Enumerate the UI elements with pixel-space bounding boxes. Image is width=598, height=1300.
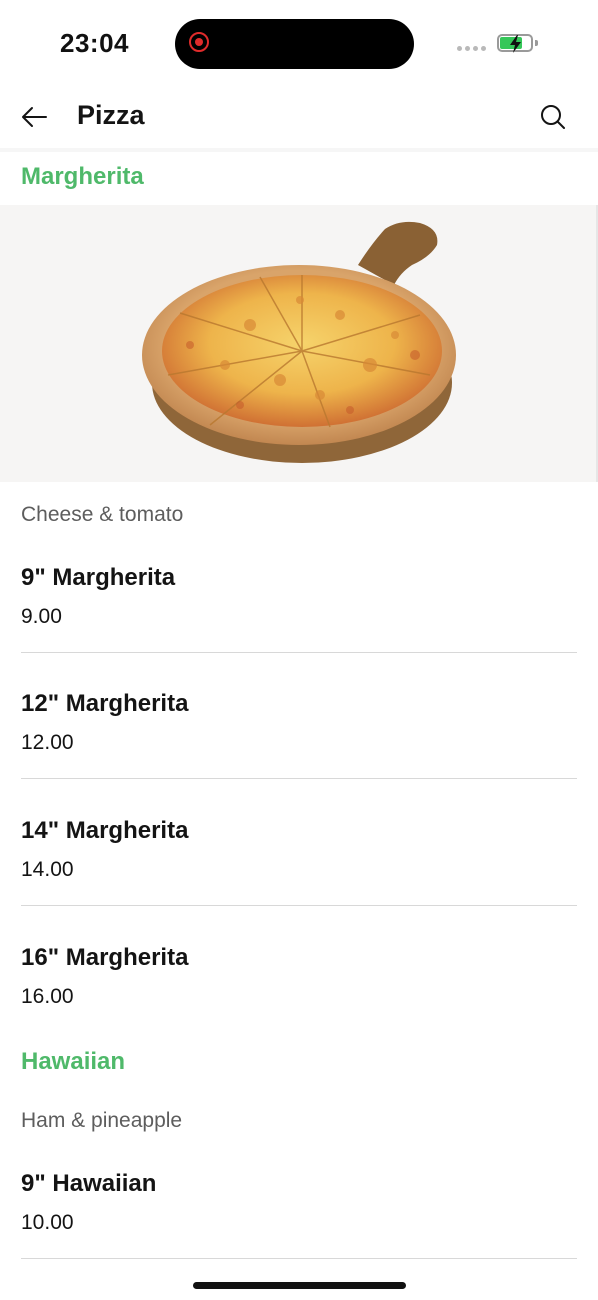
app-header: Pizza [0,90,598,146]
item-name: 9" Hawaiian [21,1170,157,1197]
item-divider [21,905,577,906]
item-price: 14.00 [21,858,74,881]
item-name: 9" Margherita [21,564,176,591]
item-divider [21,1258,577,1259]
item-price: 9.00 [21,605,62,628]
page-title: Pizza [77,100,145,130]
header-divider [0,148,598,152]
section-description-margherita: Cheese & tomato [21,503,184,526]
item-price: 10.00 [21,1211,74,1234]
menu-item[interactable]: 9" Hawaiian 10.00 [21,1170,577,1265]
item-name: 16" Margherita [21,944,189,971]
item-name: 14" Margherita [21,817,189,844]
search-button[interactable] [536,100,572,136]
battery-cap [535,40,538,46]
screen-record-icon [189,32,209,52]
item-price: 16.00 [21,985,74,1008]
status-time: 23:04 [60,28,129,58]
signal-dots-icon [457,46,486,51]
section-description-hawaiian: Ham & pineapple [21,1109,183,1132]
item-price: 12.00 [21,731,74,754]
item-divider [21,652,577,653]
menu-item[interactable]: 9" Margherita 9.00 [21,564,577,690]
back-button[interactable] [16,100,52,136]
section-title-margherita: Margherita [21,163,144,190]
search-icon [541,105,565,129]
battery-charging-icon [497,34,533,53]
home-indicator[interactable] [193,1282,406,1289]
arrow-left-icon [22,107,47,127]
dynamic-island [175,19,414,69]
item-name: 12" Margherita [21,690,189,717]
menu-item[interactable]: 12" Margherita 12.00 [21,690,577,816]
status-bar: 23:04 [0,0,598,90]
pizza-image [0,205,598,482]
section-title-hawaiian: Hawaiian [21,1048,126,1075]
menu-item[interactable]: 16" Margherita 16.00 [21,944,577,1024]
menu-item[interactable]: 14" Margherita 14.00 [21,817,577,943]
item-divider [21,778,577,779]
